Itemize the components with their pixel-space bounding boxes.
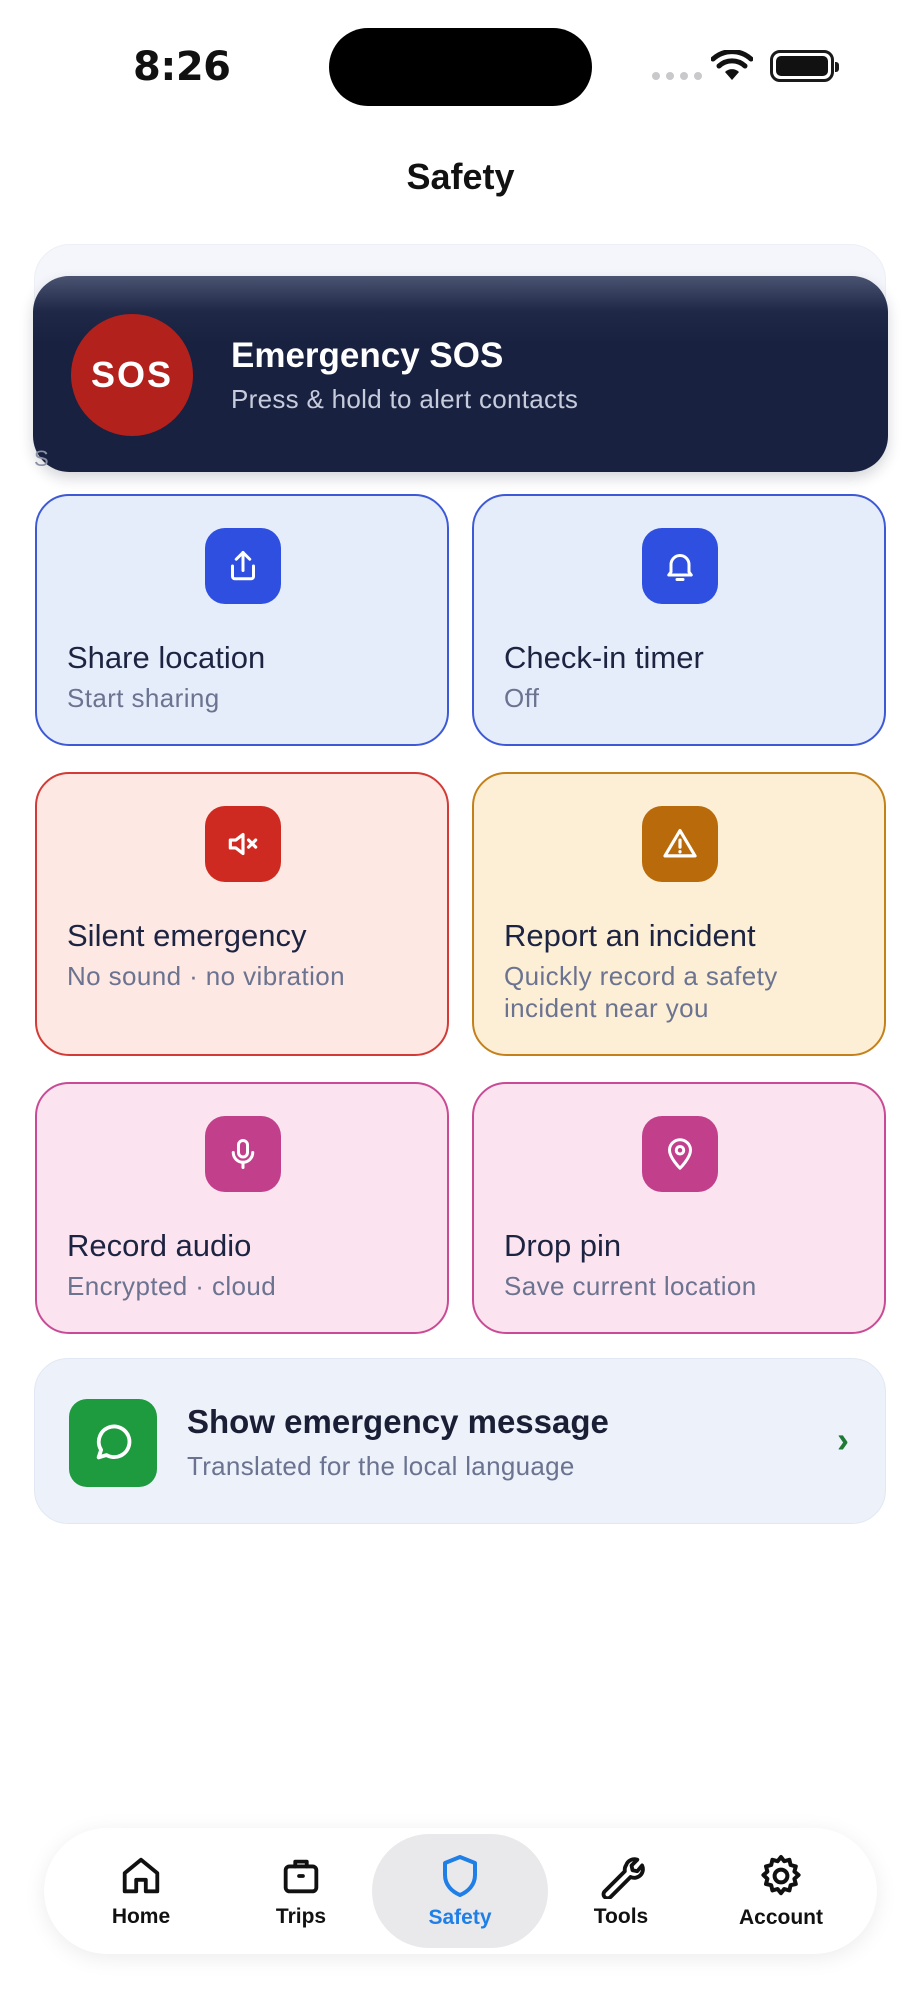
- chevron-right-icon: ›: [837, 1419, 849, 1460]
- nav-label: Safety: [428, 1906, 492, 1929]
- tile-title: Record audio: [67, 1228, 252, 1263]
- gear-icon: [761, 1855, 801, 1896]
- status-time: 8:26: [133, 44, 231, 90]
- tile-title: Drop pin: [504, 1228, 622, 1263]
- sos-title: Emergency SOS: [231, 336, 504, 375]
- sos-badge: SOS: [71, 314, 193, 436]
- check-in-timer-tile[interactable]: Check-in timer Off: [472, 494, 886, 746]
- share-icon: [205, 528, 281, 604]
- status-bar: 8:26: [0, 0, 921, 130]
- nav-item-trips[interactable]: Trips: [221, 1828, 381, 1954]
- battery-icon: [770, 50, 839, 82]
- bottom-navigation: Home Trips Safety Tools Account: [44, 1828, 877, 1954]
- emergency-message-title: Show emergency message: [187, 1403, 609, 1440]
- dynamic-island: [329, 28, 592, 106]
- record-audio-tile[interactable]: Record audio Encrypted · cloud: [35, 1082, 449, 1334]
- tile-subtitle: Quickly record a safety incident near yo…: [504, 961, 778, 1023]
- shield-icon: [443, 1855, 477, 1897]
- section-label-fragment: S: [34, 446, 49, 471]
- tile-title: Check-in timer: [504, 640, 704, 675]
- chat-bubble-icon: [69, 1399, 157, 1487]
- tile-subtitle: Save current location: [504, 1271, 757, 1301]
- tile-subtitle: Encrypted · cloud: [67, 1271, 277, 1301]
- wrench-icon: [601, 1857, 645, 1899]
- bell-icon: [642, 528, 718, 604]
- tile-title: Report an incident: [504, 918, 756, 953]
- map-pin-icon: [642, 1116, 718, 1192]
- silent-emergency-tile[interactable]: Silent emergency No sound · no vibration: [35, 772, 449, 1056]
- cellular-signal-icon: [652, 72, 702, 80]
- sos-subtitle: Press & hold to alert contacts: [231, 384, 579, 414]
- microphone-icon: [205, 1116, 281, 1192]
- emergency-sos-button[interactable]: SOS Emergency SOS Press & hold to alert …: [33, 276, 888, 472]
- drop-pin-tile[interactable]: Drop pin Save current location: [472, 1082, 886, 1334]
- nav-label: Tools: [593, 1905, 649, 1928]
- tile-subtitle: No sound · no vibration: [67, 961, 346, 991]
- home-icon: [122, 1857, 160, 1894]
- warning-icon: [642, 806, 718, 882]
- show-emergency-message-button[interactable]: Show emergency message Translated for th…: [34, 1358, 886, 1524]
- suitcase-icon: [283, 1859, 319, 1894]
- tile-subtitle: Start sharing: [67, 683, 220, 713]
- tile-title: Share location: [67, 640, 266, 675]
- report-incident-tile[interactable]: Report an incident Quickly record a safe…: [472, 772, 886, 1056]
- emergency-message-subtitle: Translated for the local language: [187, 1451, 575, 1481]
- nav-label: Account: [739, 1906, 823, 1929]
- nav-item-home[interactable]: Home: [61, 1828, 221, 1954]
- nav-label: Trips: [275, 1905, 327, 1928]
- share-location-tile[interactable]: Share location Start sharing: [35, 494, 449, 746]
- mute-icon: [205, 806, 281, 882]
- wifi-icon: [711, 50, 753, 80]
- nav-item-account[interactable]: Account: [701, 1828, 861, 1954]
- page-title: Safety: [406, 156, 515, 197]
- tile-subtitle: Off: [504, 683, 540, 713]
- tile-title: Silent emergency: [67, 918, 307, 953]
- nav-label: Home: [111, 1905, 171, 1928]
- nav-item-tools[interactable]: Tools: [541, 1828, 701, 1954]
- nav-item-safety[interactable]: Safety: [372, 1834, 548, 1948]
